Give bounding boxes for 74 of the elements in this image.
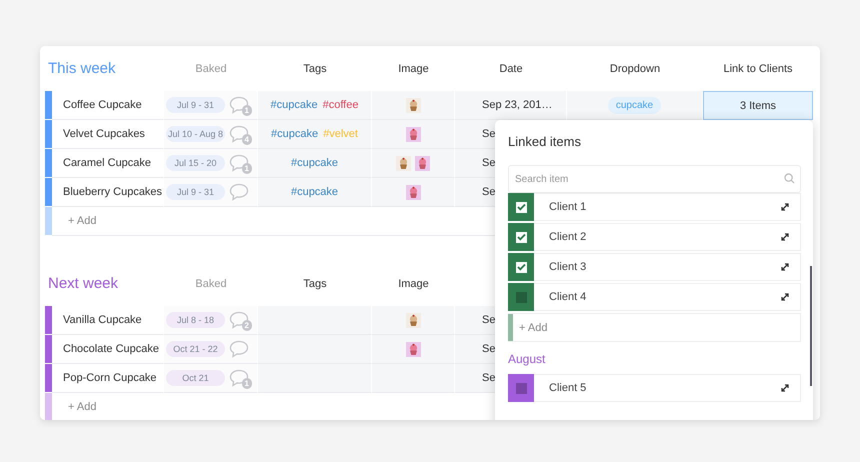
- column-header: Link to Clients: [723, 62, 793, 74]
- column-header: Dropdown: [610, 62, 660, 74]
- column-header: Tags: [303, 62, 327, 74]
- expand-icon[interactable]: [780, 262, 790, 272]
- column-header: Tags: [303, 278, 327, 290]
- item-name: Chocolate Cupcake: [63, 343, 160, 355]
- comment-count: 1: [242, 105, 252, 116]
- item-name: Pop-Corn Cupcake: [63, 372, 157, 384]
- comment-count: 4: [242, 134, 252, 145]
- timeline-pill: Jul 9 - 31: [166, 97, 225, 113]
- comment-count: 1: [242, 163, 252, 174]
- timeline-pill: Jul 9 - 31: [166, 184, 225, 200]
- date-text: Se: [482, 314, 496, 326]
- comment-icon[interactable]: [229, 96, 249, 114]
- expand-icon[interactable]: [780, 232, 790, 242]
- date-text: Sep 23, 201…: [482, 99, 552, 111]
- client-item[interactable]: Client 3: [508, 253, 801, 281]
- comment-icon[interactable]: [229, 125, 249, 143]
- column-header: Image: [398, 62, 429, 74]
- comment-icon[interactable]: [229, 369, 249, 387]
- tag[interactable]: #cupcake: [290, 157, 338, 169]
- checkbox[interactable]: [516, 262, 526, 272]
- item-name: Coffee Cupcake: [63, 99, 142, 111]
- section-title: August: [508, 352, 546, 366]
- comment-count: 2: [242, 320, 252, 331]
- timeline-pill: Jul 8 - 18: [166, 312, 225, 328]
- item-name: Caramel Cupcake: [63, 157, 152, 169]
- timeline-pill: Oct 21 - 22: [166, 341, 225, 357]
- group-title: This week: [47, 60, 116, 76]
- item-name: Vanilla Cupcake: [63, 314, 142, 326]
- checkbox[interactable]: [516, 232, 526, 242]
- expand-icon[interactable]: [780, 383, 790, 393]
- timeline-pill: Jul 15 - 20: [166, 155, 225, 171]
- client-item[interactable]: Client 2: [508, 223, 801, 251]
- group-title: Next week: [47, 274, 118, 292]
- add-row-bar: [45, 207, 52, 235]
- tag[interactable]: #cupcake: [270, 99, 318, 111]
- item-name: Velvet Cupcakes: [63, 128, 145, 140]
- checkbox[interactable]: [516, 382, 526, 394]
- date-text: Se: [482, 157, 496, 169]
- comment-icon[interactable]: [229, 154, 249, 172]
- scrollbar[interactable]: [810, 266, 812, 386]
- client-item[interactable]: Client 4: [508, 283, 801, 311]
- column-header: Image: [398, 278, 429, 290]
- comment-icon[interactable]: [229, 311, 249, 329]
- tag[interactable]: #coffee: [322, 99, 358, 111]
- expand-icon[interactable]: [780, 292, 790, 302]
- date-text: Se: [482, 128, 496, 140]
- timeline-pill: Oct 21: [166, 370, 225, 386]
- comment-icon[interactable]: [229, 340, 249, 358]
- column-header: Date: [499, 62, 523, 74]
- popup-title: Linked items: [508, 134, 581, 149]
- tag[interactable]: #cupcake: [271, 128, 318, 140]
- date-text: Se: [482, 186, 496, 198]
- dropdown-tag[interactable]: cupcake: [608, 96, 662, 114]
- comment-count: 1: [242, 378, 252, 389]
- search-field[interactable]: Search item: [508, 165, 801, 193]
- tag[interactable]: #cupcake: [290, 186, 338, 198]
- link-cell[interactable]: 3 Items: [703, 91, 813, 120]
- date-text: Se: [482, 343, 496, 355]
- add-row-bar: [45, 393, 52, 420]
- add-client-button[interactable]: + Add: [508, 313, 801, 342]
- client-item[interactable]: Client 1: [508, 193, 801, 221]
- expand-icon[interactable]: [780, 202, 790, 212]
- column-header: Baked: [195, 278, 227, 290]
- item-name: Blueberry Cupcakes: [63, 186, 162, 198]
- column-header: Baked: [195, 62, 227, 74]
- date-text: Se: [482, 372, 496, 384]
- comment-icon[interactable]: [229, 183, 249, 201]
- checkbox[interactable]: [516, 202, 526, 212]
- search-icon: [784, 173, 795, 184]
- checkbox[interactable]: [516, 292, 526, 302]
- timeline-pill: Jul 10 - Aug 8: [166, 126, 225, 142]
- client-item[interactable]: Client 5: [508, 374, 801, 402]
